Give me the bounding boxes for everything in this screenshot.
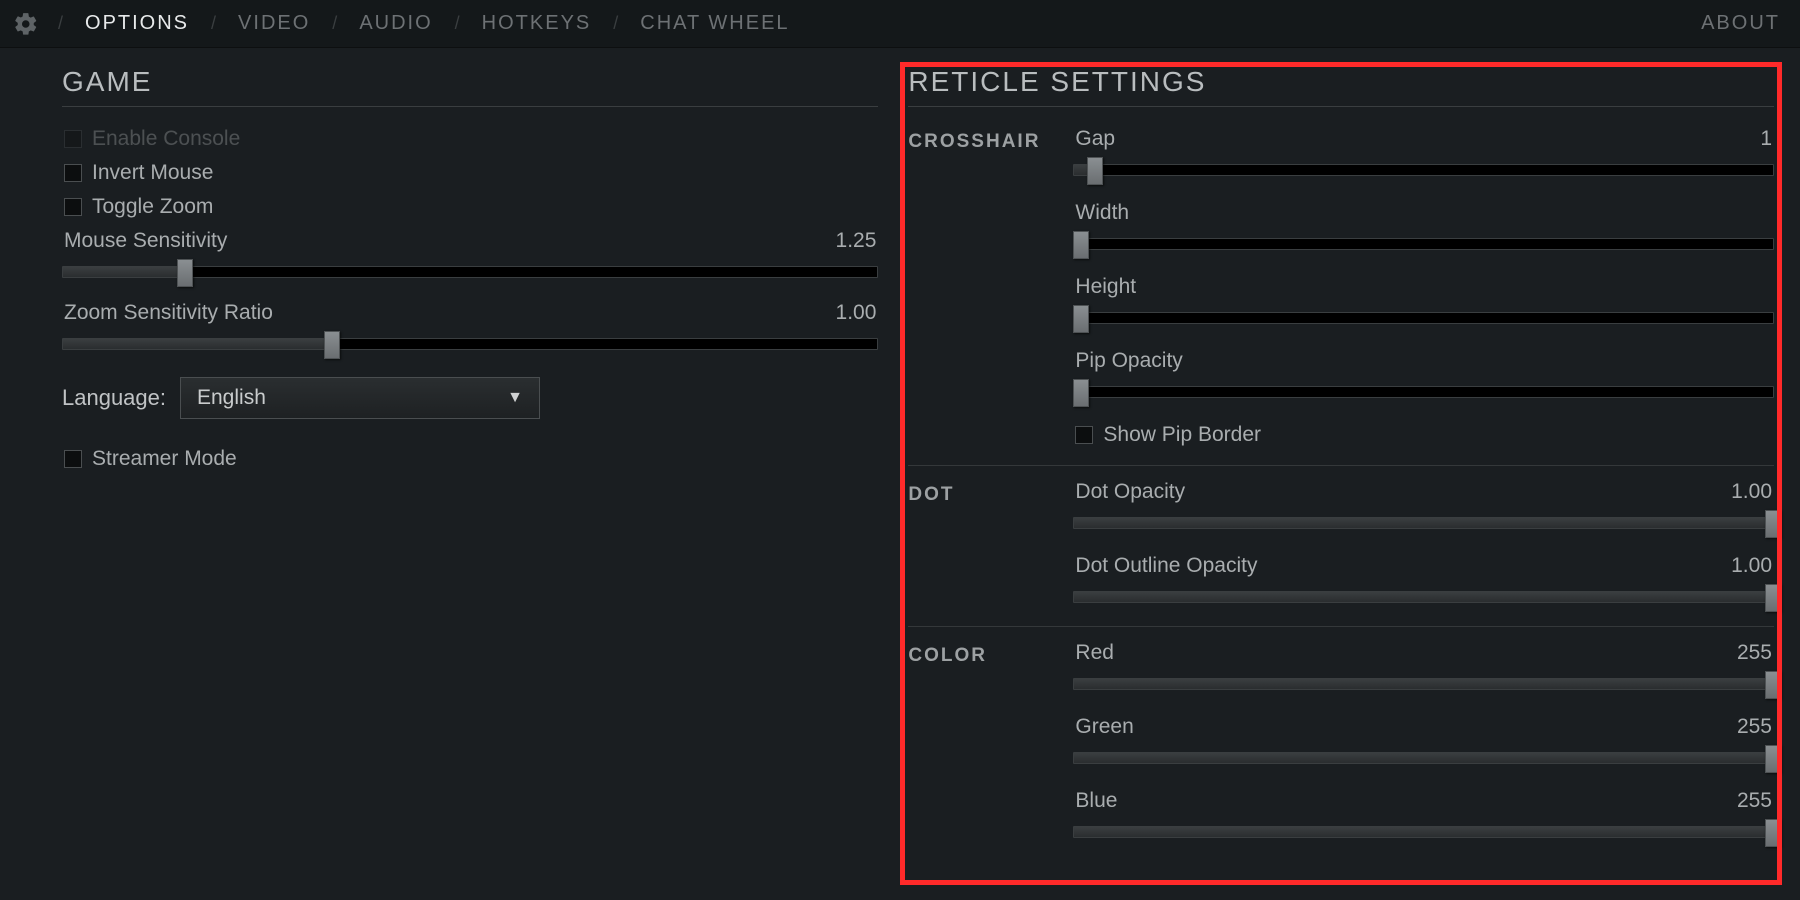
- content: GAME Enable Console Invert Mouse Toggle …: [0, 48, 1800, 875]
- language-label: Language:: [62, 385, 166, 411]
- tab-separator: /: [609, 13, 622, 34]
- chevron-down-icon: ▼: [507, 389, 523, 407]
- game-panel: GAME Enable Console Invert Mouse Toggle …: [62, 66, 878, 875]
- red-value: 255: [1737, 641, 1772, 665]
- language-value: English: [197, 386, 266, 410]
- dot-outline-opacity-label: Dot Outline Opacity: [1075, 554, 1257, 578]
- zoom-sensitivity-block: Zoom Sensitivity Ratio 1.00: [62, 301, 878, 355]
- pip-opacity-block: Pip Opacity: [1073, 349, 1774, 403]
- pip-opacity-slider[interactable]: [1073, 381, 1774, 403]
- enable-console-label: Enable Console: [92, 127, 240, 151]
- dot-section: DOT Dot Opacity 1.00 Dot Outline Opacity 1…: [908, 480, 1774, 627]
- blue-block: Blue 255: [1073, 789, 1774, 843]
- blue-slider[interactable]: [1073, 821, 1774, 843]
- tab-bar: / OPTIONS / VIDEO / AUDIO / HOTKEYS / CH…: [54, 12, 808, 35]
- language-dropdown[interactable]: English ▼: [180, 377, 540, 419]
- tab-options[interactable]: OPTIONS: [67, 12, 207, 35]
- invert-mouse-checkbox[interactable]: [64, 164, 82, 182]
- zoom-sensitivity-slider[interactable]: [62, 333, 878, 355]
- toggle-zoom-label: Toggle Zoom: [92, 195, 213, 219]
- zoom-sensitivity-label: Zoom Sensitivity Ratio: [64, 301, 273, 325]
- dot-label: DOT: [908, 480, 1073, 506]
- streamer-mode-row: Streamer Mode: [62, 447, 878, 471]
- tab-separator: /: [54, 13, 67, 34]
- height-label: Height: [1075, 275, 1136, 299]
- mouse-sensitivity-value: 1.25: [836, 229, 877, 253]
- dot-outline-opacity-slider[interactable]: [1073, 586, 1774, 608]
- top-nav: / OPTIONS / VIDEO / AUDIO / HOTKEYS / CH…: [0, 0, 1800, 48]
- invert-mouse-row: Invert Mouse: [62, 161, 878, 185]
- width-label: Width: [1075, 201, 1129, 225]
- mouse-sensitivity-label: Mouse Sensitivity: [64, 229, 227, 253]
- dot-opacity-slider[interactable]: [1073, 512, 1774, 534]
- show-pip-border-label: Show Pip Border: [1103, 423, 1261, 447]
- dot-opacity-value: 1.00: [1731, 480, 1772, 504]
- zoom-sensitivity-value: 1.00: [836, 301, 877, 325]
- enable-console-row: Enable Console: [62, 127, 878, 151]
- color-section: COLOR Red 255 Green 255 Blue 255: [908, 641, 1774, 861]
- green-label: Green: [1075, 715, 1133, 739]
- show-pip-border-checkbox[interactable]: [1075, 426, 1093, 444]
- green-slider[interactable]: [1073, 747, 1774, 769]
- game-title: GAME: [62, 66, 878, 107]
- blue-value: 255: [1737, 789, 1772, 813]
- toggle-zoom-row: Toggle Zoom: [62, 195, 878, 219]
- height-slider[interactable]: [1073, 307, 1774, 329]
- gap-slider[interactable]: [1073, 159, 1774, 181]
- blue-label: Blue: [1075, 789, 1117, 813]
- dot-opacity-block: Dot Opacity 1.00: [1073, 480, 1774, 534]
- crosshair-label: CROSSHAIR: [908, 127, 1073, 153]
- width-block: Width: [1073, 201, 1774, 255]
- pip-opacity-label: Pip Opacity: [1075, 349, 1182, 373]
- tab-separator: /: [207, 13, 220, 34]
- about-link[interactable]: ABOUT: [1701, 12, 1788, 35]
- language-row: Language: English ▼: [62, 377, 878, 419]
- gap-label: Gap: [1075, 127, 1115, 151]
- gap-value: 1: [1760, 127, 1772, 151]
- red-block: Red 255: [1073, 641, 1774, 695]
- dot-opacity-label: Dot Opacity: [1075, 480, 1185, 504]
- dot-outline-opacity-block: Dot Outline Opacity 1.00: [1073, 554, 1774, 608]
- tab-audio[interactable]: AUDIO: [341, 12, 450, 35]
- tab-separator: /: [451, 13, 464, 34]
- tab-separator: /: [328, 13, 341, 34]
- crosshair-section: CROSSHAIR Gap 1 Width Height Pip Opacity: [908, 127, 1774, 466]
- green-value: 255: [1737, 715, 1772, 739]
- height-block: Height: [1073, 275, 1774, 329]
- invert-mouse-label: Invert Mouse: [92, 161, 213, 185]
- enable-console-checkbox[interactable]: [64, 130, 82, 148]
- streamer-mode-label: Streamer Mode: [92, 447, 237, 471]
- width-slider[interactable]: [1073, 233, 1774, 255]
- tab-chat-wheel[interactable]: CHAT WHEEL: [622, 12, 807, 35]
- mouse-sensitivity-block: Mouse Sensitivity 1.25: [62, 229, 878, 283]
- tab-hotkeys[interactable]: HOTKEYS: [464, 12, 610, 35]
- gap-block: Gap 1: [1073, 127, 1774, 181]
- toggle-zoom-checkbox[interactable]: [64, 198, 82, 216]
- mouse-sensitivity-slider[interactable]: [62, 261, 878, 283]
- streamer-mode-checkbox[interactable]: [64, 450, 82, 468]
- tab-video[interactable]: VIDEO: [220, 12, 328, 35]
- reticle-title: RETICLE SETTINGS: [908, 66, 1774, 107]
- gear-icon[interactable]: [12, 10, 40, 38]
- show-pip-border-row: Show Pip Border: [1073, 423, 1774, 447]
- reticle-panel: RETICLE SETTINGS CROSSHAIR Gap 1 Width He…: [908, 66, 1774, 875]
- red-slider[interactable]: [1073, 673, 1774, 695]
- green-block: Green 255: [1073, 715, 1774, 769]
- color-label: COLOR: [908, 641, 1073, 667]
- dot-outline-opacity-value: 1.00: [1731, 554, 1772, 578]
- red-label: Red: [1075, 641, 1114, 665]
